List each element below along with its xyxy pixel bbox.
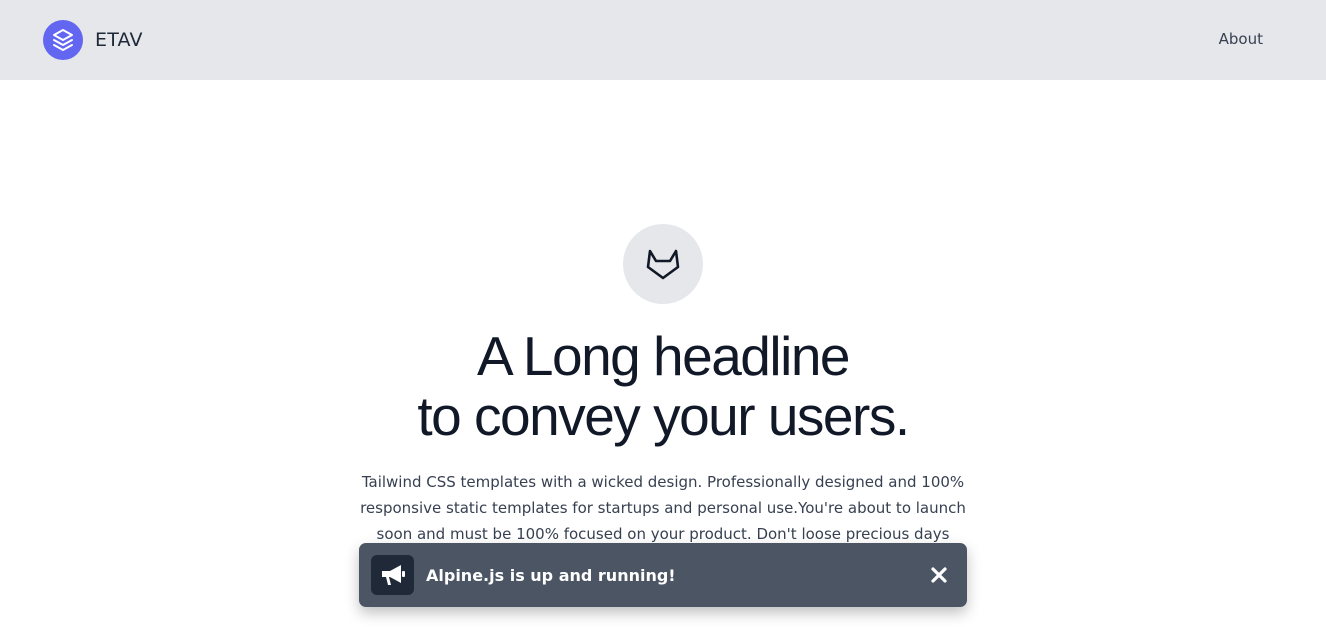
top-navbar: ETAV About xyxy=(0,0,1326,80)
brand-link[interactable]: ETAV xyxy=(43,20,143,60)
nav-link-about[interactable]: About xyxy=(1219,30,1263,48)
layers-icon xyxy=(43,20,83,60)
headline-line-2: to convey your users. xyxy=(417,385,910,447)
close-icon[interactable] xyxy=(929,565,949,585)
gitlab-fox-icon xyxy=(623,224,703,304)
hero-headline: A Long headline to convey your users. xyxy=(0,326,1326,446)
megaphone-icon xyxy=(371,555,414,595)
headline-line-1: A Long headline xyxy=(476,325,851,387)
toast-message: Alpine.js is up and running! xyxy=(426,565,676,585)
brand-name: ETAV xyxy=(95,29,143,51)
notification-toast: Alpine.js is up and running! xyxy=(359,543,967,607)
